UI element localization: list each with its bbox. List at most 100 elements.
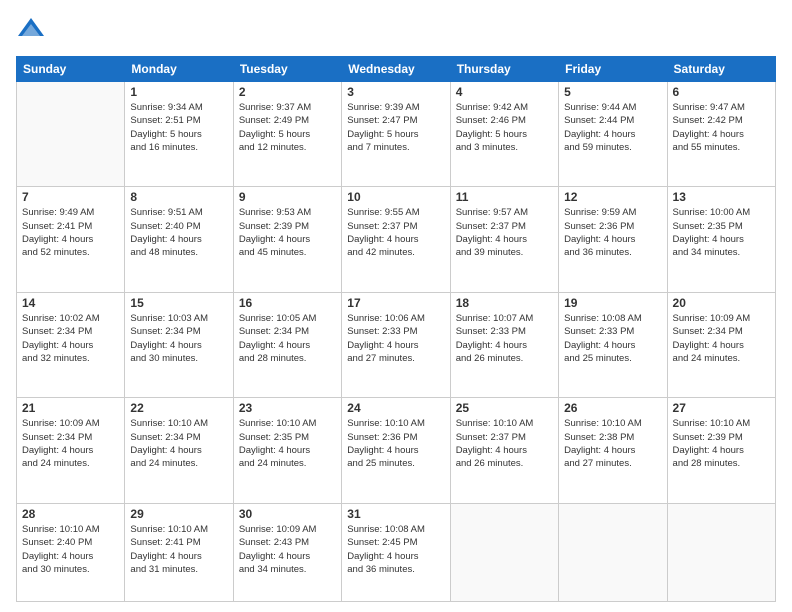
day-number: 6 — [673, 85, 770, 99]
calendar-cell: 31 Sunrise: 10:08 AMSunset: 2:45 PMDaylig… — [342, 503, 450, 601]
calendar-cell: 12Sunrise: 9:59 AMSunset: 2:36 PMDayligh… — [559, 187, 667, 292]
day-info: Sunrise: 9:37 AMSunset: 2:49 PMDaylight:… — [239, 101, 336, 154]
day-info: Sunrise: 10:03 AMSunset: 2:34 PMDaylight… — [130, 312, 227, 365]
calendar-cell: 28 Sunrise: 10:10 AMSunset: 2:40 PMDaylig… — [17, 503, 125, 601]
calendar-cell: 30 Sunrise: 10:09 AMSunset: 2:43 PMDaylig… — [233, 503, 341, 601]
header — [16, 16, 776, 46]
day-info: Sunrise: 10:10 AMSunset: 2:41 PMDaylight… — [130, 523, 227, 576]
header-row: SundayMondayTuesdayWednesdayThursdayFrid… — [17, 57, 776, 82]
calendar-cell: 19 Sunrise: 10:08 AMSunset: 2:33 PMDaylig… — [559, 292, 667, 397]
day-info: Sunrise: 9:55 AMSunset: 2:37 PMDaylight:… — [347, 206, 444, 259]
day-number: 4 — [456, 85, 553, 99]
calendar-cell: 4Sunrise: 9:42 AMSunset: 2:46 PMDaylight… — [450, 82, 558, 187]
day-info: Sunrise: 10:10 AMSunset: 2:35 PMDaylight… — [239, 417, 336, 470]
day-number: 17 — [347, 296, 444, 310]
calendar-cell: 6 Sunrise: 9:47 AMSunset: 2:42 PMDaylight… — [667, 82, 775, 187]
logo-icon — [16, 16, 46, 46]
day-number: 1 — [130, 85, 227, 99]
calendar-cell: 23Sunrise: 10:10 AMSunset: 2:35 PMDaylig… — [233, 398, 341, 503]
day-info: Sunrise: 10:02 AMSunset: 2:34 PMDaylight… — [22, 312, 119, 365]
day-header: Friday — [559, 57, 667, 82]
calendar-cell: 7 Sunrise: 9:49 AMSunset: 2:41 PMDaylight… — [17, 187, 125, 292]
calendar-cell: 17Sunrise: 10:06 AMSunset: 2:33 PMDaylig… — [342, 292, 450, 397]
day-header: Thursday — [450, 57, 558, 82]
day-number: 30 — [239, 507, 336, 521]
day-number: 11 — [456, 190, 553, 204]
calendar-cell — [559, 503, 667, 601]
day-number: 26 — [564, 401, 661, 415]
day-number: 9 — [239, 190, 336, 204]
day-info: Sunrise: 10:09 AMSunset: 2:34 PMDaylight… — [22, 417, 119, 470]
day-number: 22 — [130, 401, 227, 415]
calendar-cell: 2 Sunrise: 9:37 AMSunset: 2:49 PMDaylight… — [233, 82, 341, 187]
day-info: Sunrise: 10:10 AMSunset: 2:40 PMDaylight… — [22, 523, 119, 576]
day-number: 28 — [22, 507, 119, 521]
calendar-cell: 15Sunrise: 10:03 AMSunset: 2:34 PMDaylig… — [125, 292, 233, 397]
calendar-week-row: 7 Sunrise: 9:49 AMSunset: 2:41 PMDaylight… — [17, 187, 776, 292]
day-info: Sunrise: 9:49 AMSunset: 2:41 PMDaylight:… — [22, 206, 119, 259]
calendar-cell: 18Sunrise: 10:07 AMSunset: 2:33 PMDaylig… — [450, 292, 558, 397]
calendar-table: SundayMondayTuesdayWednesdayThursdayFrid… — [16, 56, 776, 602]
day-number: 7 — [22, 190, 119, 204]
day-info: Sunrise: 10:10 AMSunset: 2:39 PMDaylight… — [673, 417, 770, 470]
logo — [16, 16, 48, 46]
day-number: 13 — [673, 190, 770, 204]
day-info: Sunrise: 10:09 AMSunset: 2:34 PMDaylight… — [673, 312, 770, 365]
calendar-cell: 11 Sunrise: 9:57 AMSunset: 2:37 PMDayligh… — [450, 187, 558, 292]
day-header: Sunday — [17, 57, 125, 82]
day-info: Sunrise: 10:09 AMSunset: 2:43 PMDaylight… — [239, 523, 336, 576]
calendar-cell: 13 Sunrise: 10:00 AMSunset: 2:35 PMDaylig… — [667, 187, 775, 292]
calendar-cell: 26 Sunrise: 10:10 AMSunset: 2:38 PMDaylig… — [559, 398, 667, 503]
day-header: Saturday — [667, 57, 775, 82]
calendar-week-row: 21 Sunrise: 10:09 AMSunset: 2:34 PMDaylig… — [17, 398, 776, 503]
day-info: Sunrise: 10:10 AMSunset: 2:37 PMDaylight… — [456, 417, 553, 470]
calendar-cell — [667, 503, 775, 601]
day-info: Sunrise: 9:57 AMSunset: 2:37 PMDaylight:… — [456, 206, 553, 259]
day-info: Sunrise: 10:10 AMSunset: 2:38 PMDaylight… — [564, 417, 661, 470]
day-number: 29 — [130, 507, 227, 521]
page-container: SundayMondayTuesdayWednesdayThursdayFrid… — [0, 0, 792, 612]
day-info: Sunrise: 9:53 AMSunset: 2:39 PMDaylight:… — [239, 206, 336, 259]
day-info: Sunrise: 10:05 AMSunset: 2:34 PMDaylight… — [239, 312, 336, 365]
day-info: Sunrise: 10:08 AMSunset: 2:45 PMDaylight… — [347, 523, 444, 576]
calendar-cell: 27 Sunrise: 10:10 AMSunset: 2:39 PMDaylig… — [667, 398, 775, 503]
calendar-week-row: 28 Sunrise: 10:10 AMSunset: 2:40 PMDaylig… — [17, 503, 776, 601]
calendar-cell: 10 Sunrise: 9:55 AMSunset: 2:37 PMDayligh… — [342, 187, 450, 292]
day-info: Sunrise: 10:10 AMSunset: 2:34 PMDaylight… — [130, 417, 227, 470]
day-info: Sunrise: 10:08 AMSunset: 2:33 PMDaylight… — [564, 312, 661, 365]
day-info: Sunrise: 10:10 AMSunset: 2:36 PMDaylight… — [347, 417, 444, 470]
day-number: 2 — [239, 85, 336, 99]
day-info: Sunrise: 9:59 AMSunset: 2:36 PMDaylight:… — [564, 206, 661, 259]
day-info: Sunrise: 9:34 AMSunset: 2:51 PMDaylight:… — [130, 101, 227, 154]
calendar-week-row: 1 Sunrise: 9:34 AMSunset: 2:51 PMDaylight… — [17, 82, 776, 187]
day-number: 21 — [22, 401, 119, 415]
day-info: Sunrise: 10:00 AMSunset: 2:35 PMDaylight… — [673, 206, 770, 259]
calendar-cell: 20 Sunrise: 10:09 AMSunset: 2:34 PMDaylig… — [667, 292, 775, 397]
day-info: Sunrise: 9:39 AMSunset: 2:47 PMDaylight:… — [347, 101, 444, 154]
day-header: Tuesday — [233, 57, 341, 82]
calendar-cell — [450, 503, 558, 601]
day-number: 20 — [673, 296, 770, 310]
day-number: 8 — [130, 190, 227, 204]
calendar-cell: 8Sunrise: 9:51 AMSunset: 2:40 PMDaylight… — [125, 187, 233, 292]
calendar-week-row: 14 Sunrise: 10:02 AMSunset: 2:34 PMDaylig… — [17, 292, 776, 397]
day-number: 19 — [564, 296, 661, 310]
day-number: 14 — [22, 296, 119, 310]
calendar-cell: 24Sunrise: 10:10 AMSunset: 2:36 PMDaylig… — [342, 398, 450, 503]
day-info: Sunrise: 9:44 AMSunset: 2:44 PMDaylight:… — [564, 101, 661, 154]
day-number: 10 — [347, 190, 444, 204]
calendar-cell: 3 Sunrise: 9:39 AMSunset: 2:47 PMDaylight… — [342, 82, 450, 187]
day-number: 27 — [673, 401, 770, 415]
day-number: 18 — [456, 296, 553, 310]
calendar-cell: 22 Sunrise: 10:10 AMSunset: 2:34 PMDaylig… — [125, 398, 233, 503]
day-header: Wednesday — [342, 57, 450, 82]
day-number: 31 — [347, 507, 444, 521]
calendar-cell — [17, 82, 125, 187]
day-number: 25 — [456, 401, 553, 415]
calendar-cell: 29 Sunrise: 10:10 AMSunset: 2:41 PMDaylig… — [125, 503, 233, 601]
day-number: 16 — [239, 296, 336, 310]
calendar-cell: 21 Sunrise: 10:09 AMSunset: 2:34 PMDaylig… — [17, 398, 125, 503]
calendar-cell: 25 Sunrise: 10:10 AMSunset: 2:37 PMDaylig… — [450, 398, 558, 503]
day-number: 3 — [347, 85, 444, 99]
day-info: Sunrise: 9:47 AMSunset: 2:42 PMDaylight:… — [673, 101, 770, 154]
